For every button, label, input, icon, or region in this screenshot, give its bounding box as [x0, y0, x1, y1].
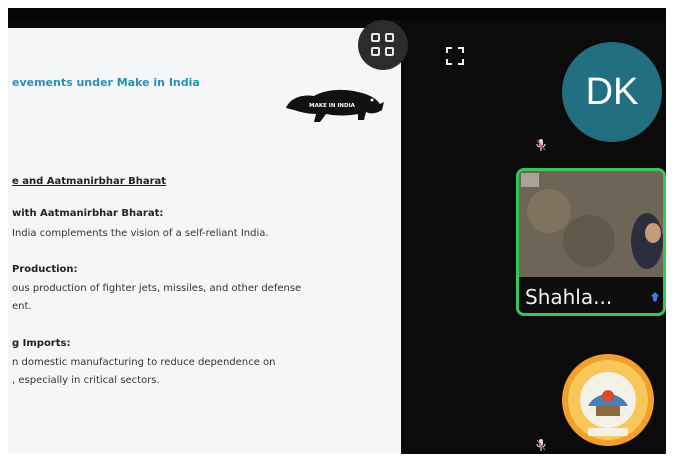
point-body: n domestic manufacturing to reduce depen… [12, 354, 392, 390]
point-line: , especially in critical sectors. [12, 375, 160, 386]
video-call-stage: evements under Make in India MAKE IN IND… [8, 8, 666, 454]
point-line: ous production of fighter jets, missiles… [12, 283, 302, 294]
section-heading: e and Aatmanirbhar Bharat [12, 176, 167, 187]
name-bar: Shahla... [519, 277, 663, 313]
participant-video [519, 171, 663, 277]
point-body: India complements the vision of a self-r… [12, 225, 392, 243]
point-heading: with Aatmanirbhar Bharat: [12, 208, 164, 219]
point-line: India complements the vision of a self-r… [12, 228, 269, 239]
grid-layout-button[interactable] [358, 20, 408, 70]
participant-tile-shahla[interactable]: Shahla... [516, 168, 666, 316]
college-emblem-icon [562, 354, 654, 446]
point-line: ent. [12, 301, 32, 312]
participant-tile-dk[interactable]: DK [518, 20, 666, 165]
slide-title: evements under Make in India [12, 76, 200, 89]
top-bar [8, 8, 666, 20]
point-body: ous production of fighter jets, missiles… [12, 280, 392, 316]
make-in-india-lion-logo: MAKE IN INDIA [286, 89, 384, 122]
mic-muted-icon [536, 139, 546, 151]
avatar: DK [562, 42, 662, 142]
participant-video-frame [519, 171, 663, 277]
point-line: n domestic manufacturing to reduce depen… [12, 357, 276, 368]
participant-name: Shahla... [525, 285, 613, 309]
mic-muted-icon [536, 439, 546, 451]
participant-tile-organisation[interactable] [518, 338, 666, 454]
shared-screen-slide: evements under Make in India MAKE IN IND… [8, 28, 401, 454]
point-heading: Production: [12, 264, 78, 275]
logo-text: MAKE IN INDIA [309, 103, 355, 109]
pin-icon[interactable] [649, 291, 661, 303]
point-heading: g Imports: [12, 338, 71, 349]
fullscreen-icon[interactable] [445, 46, 465, 66]
